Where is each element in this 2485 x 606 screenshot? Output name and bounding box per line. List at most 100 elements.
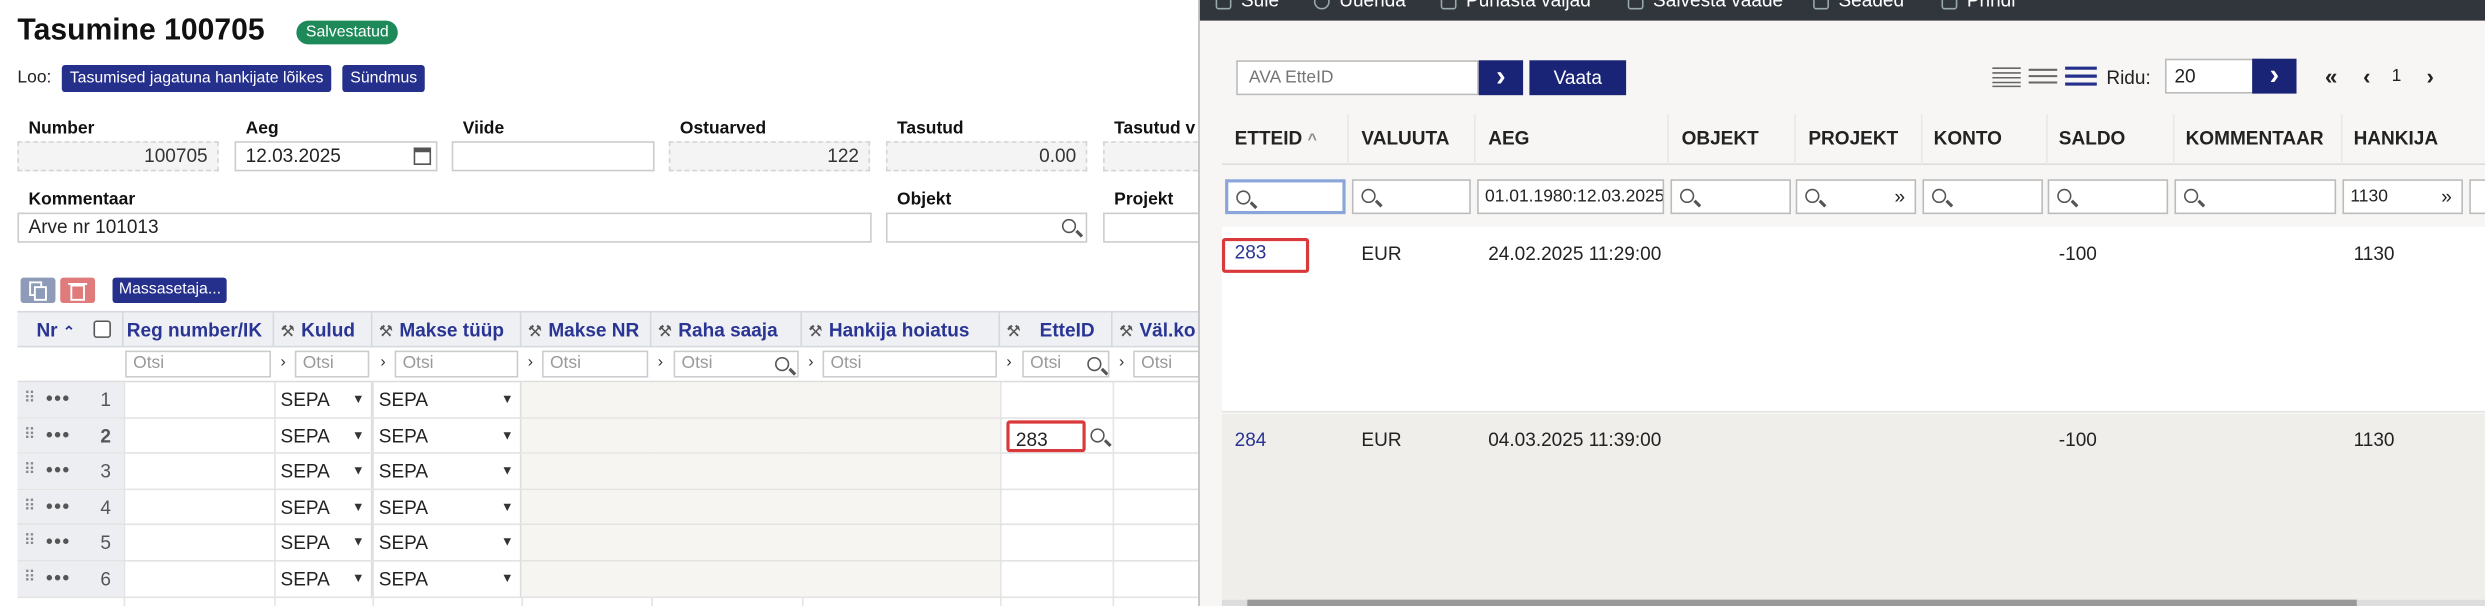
col-makse-nr[interactable]: ⚒ Makse NR [521,312,652,350]
table-row[interactable]: ⠿ ••• 1 SEPA ▼ SEPA ▼ [17,382,1199,419]
drag-handle-icon[interactable]: ⠿ [24,418,36,453]
row-handle[interactable]: ⠿ ••• 3 [17,454,124,489]
makse-tyyp-select[interactable]: SEPA ▼ [372,382,522,417]
makse-tyyp-select[interactable]: SEPA ▼ [372,418,522,453]
col-objekt[interactable]: OBJEKT [1669,114,1796,165]
filter-kommentaar[interactable] [2174,179,2337,215]
search-icon[interactable] [775,356,790,372]
view-button[interactable]: Vaata [1529,60,1627,96]
col-kulud[interactable]: ⚒ Kulud [274,312,373,350]
save-view-button[interactable]: Salvesta vaade [1627,0,1783,11]
filter-konto[interactable] [1922,179,2043,215]
search-icon[interactable] [1061,218,1077,234]
drag-handle-icon[interactable]: ⠿ [24,526,36,561]
row-handle[interactable]: ⠿ ••• 5 [17,525,124,561]
col-aeg[interactable]: AEG [1476,114,1669,165]
copy-row-button[interactable] [20,277,56,304]
col-valk[interactable]: ⚒ Väl.ko [1113,313,1199,349]
etteid-link[interactable]: 284 [1235,428,1267,450]
chevron-right-icon[interactable]: › [380,354,385,371]
col-hankija-hoiatus[interactable]: ⚒ Hankija hoiatus [802,312,1001,350]
double-chevron-icon[interactable]: » [1894,181,1905,213]
etteid-input[interactable]: 283 [1006,419,1086,452]
project-field[interactable] [1103,212,1199,243]
kulud-select[interactable]: SEPA ▼ [274,418,373,453]
date-field[interactable]: 12.03.2025 [234,141,438,172]
double-chevron-icon[interactable]: » [2441,181,2452,213]
col-makse-tyyp[interactable]: ⚒ Makse tüüp [372,312,522,350]
density-normal-icon[interactable] [2028,68,2058,84]
filter-etteid[interactable] [1225,179,1346,215]
col-valuuta[interactable]: VALUUTA [1349,114,1476,165]
makse-tyyp-select[interactable]: SEPA ▼ [372,561,522,596]
density-wide-icon[interactable] [2065,66,2097,86]
comment-field[interactable]: Arve nr 101013 [17,212,872,243]
col-hankija[interactable]: HANKIJA [2342,114,2485,165]
table-row[interactable]: ⠿ ••• 5 SEPA ▼ SEPA ▼ [17,525,1199,562]
filter-extra[interactable] [2469,179,2485,215]
filter-etteid[interactable]: Otsi [1022,350,1110,378]
horizontal-scrollbar[interactable] [1221,599,2485,606]
table-row[interactable]: 283 EUR 24.02.2025 11:29:00 -100 1130 [1221,226,2485,413]
print-button[interactable]: Prindi [1941,0,2015,11]
row-handle[interactable]: ⠿ ••• 4 [17,489,124,525]
create-event-button[interactable]: Sündmus [342,65,426,93]
filter-makse-nr[interactable]: Otsi [542,350,649,378]
clear-fields-button[interactable]: Puhasta väljad [1440,0,1591,11]
row-menu-icon[interactable]: ••• [46,490,71,522]
filter-kulud[interactable]: Otsi [294,350,370,378]
paid-field[interactable]: 0.00 [885,141,1088,172]
table-row[interactable]: ⠿ ••• 3 SEPA ▼ SEPA ▼ [17,454,1199,490]
first-page-icon[interactable]: « [2325,63,2337,88]
rows-per-page-input[interactable]: 20 [2164,58,2264,94]
drag-handle-icon[interactable]: ⠿ [24,382,36,417]
makse-tyyp-select[interactable]: SEPA ▼ [372,454,522,489]
paid-currency-field[interactable] [1103,141,1199,172]
create-split-payments-button[interactable]: Tasumised jagatuna hankijate lõikes [61,65,332,93]
row-menu-icon[interactable]: ••• [46,562,71,594]
col-etteid[interactable]: ETTEID ^ [1222,114,1349,165]
col-raha-saaja[interactable]: ⚒ Raha saaja [651,312,802,350]
filter-hankija-hoiatus[interactable]: Otsi [822,350,997,378]
filter-saldo[interactable] [2047,179,2169,215]
next-page-icon[interactable]: › [2426,63,2433,88]
row-handle[interactable]: ⠿ ••• 2 [17,418,124,453]
number-field[interactable]: 100705 [17,141,219,172]
search-icon[interactable] [1087,356,1102,372]
chevron-right-icon[interactable]: › [281,354,286,371]
col-nr[interactable]: Nr ⌃ [17,312,124,350]
filter-reg[interactable]: Otsi [125,350,272,378]
row-menu-icon[interactable]: ••• [46,418,71,450]
filter-hankija[interactable]: 1130 » [2342,179,2463,215]
table-row[interactable]: 284 EUR 04.03.2025 11:39:00 -100 1130 [1221,414,2485,600]
chevron-right-icon[interactable]: › [658,354,663,371]
calendar-icon[interactable] [413,147,432,165]
col-reg[interactable]: Reg number/IK [124,312,275,350]
filter-raha-saaja[interactable]: Otsi [673,350,799,378]
filter-makse-tyyp[interactable]: Otsi [394,350,519,378]
kulud-select[interactable]: SEPA ▼ [274,382,373,417]
col-projekt[interactable]: PROJEKT [1796,114,1923,165]
prev-page-icon[interactable]: ‹ [2363,63,2370,88]
refresh-button[interactable]: Uuenda [1313,0,1406,11]
makse-tyyp-select[interactable]: SEPA ▼ [372,489,522,525]
select-all-checkbox[interactable] [93,320,111,338]
drag-handle-icon[interactable]: ⠿ [24,490,36,525]
kulud-select[interactable]: SEPA ▼ [274,561,373,596]
object-field[interactable] [885,212,1088,243]
apply-rows-button[interactable]: › [2252,58,2297,94]
chevron-right-icon[interactable]: › [528,354,533,371]
table-row[interactable]: ⠿ ••• 6 SEPA ▼ SEPA ▼ [17,561,1199,598]
close-button[interactable]: Sule [1215,0,1279,11]
filter-aeg[interactable]: 01.01.1980:12.03.2025 [1477,179,1665,215]
search-icon[interactable] [1090,427,1105,442]
makse-tyyp-select[interactable]: SEPA ▼ [372,525,522,560]
table-row[interactable]: ⠿ ••• 2 SEPA ▼ SEPA ▼ 283 [17,418,1199,455]
row-handle[interactable]: ⠿ ••• 6 [17,561,124,596]
purchase-invoices-field[interactable]: 122 [668,141,871,172]
kulud-select[interactable]: SEPA ▼ [274,454,373,489]
kulud-select[interactable]: SEPA ▼ [274,525,373,560]
delete-row-button[interactable] [60,277,96,304]
mass-payer-button[interactable]: Massasetaja... [112,277,228,304]
col-saldo[interactable]: SALDO [2048,114,2175,165]
